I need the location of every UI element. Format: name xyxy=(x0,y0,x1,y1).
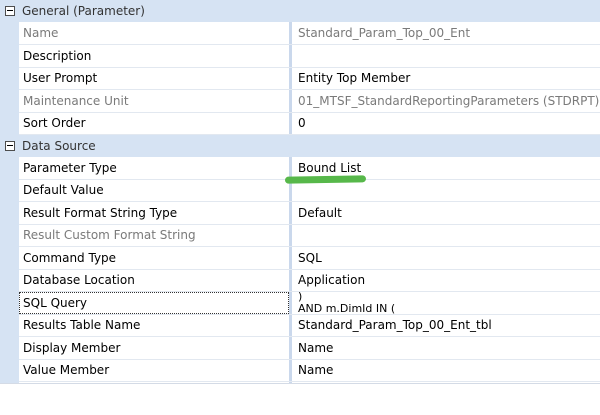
property-value[interactable]: Default xyxy=(298,206,342,220)
property-name: Database Location xyxy=(23,273,135,287)
property-name: Result Format String Type xyxy=(23,206,178,220)
property-value[interactable]: Bound List xyxy=(298,161,361,175)
minus-box-icon[interactable] xyxy=(5,141,15,151)
property-row-sort-order[interactable]: Sort Order 0 xyxy=(19,112,600,135)
property-name: Description xyxy=(23,49,92,63)
property-name: Display Member xyxy=(23,341,121,355)
property-value[interactable]: Standard_Param_Top_00_Ent_tbl xyxy=(298,318,492,332)
property-name: Result Custom Format String xyxy=(23,228,196,242)
property-name: Sort Order xyxy=(23,116,86,130)
property-grid: General (Parameter) Name Standard_Param_… xyxy=(0,0,600,415)
category-label: Data Source xyxy=(22,139,96,153)
property-value[interactable]: 0 xyxy=(298,116,306,130)
property-value[interactable]: Entity Top Member xyxy=(298,71,410,85)
property-row-description[interactable]: Description xyxy=(19,45,600,68)
property-row-sql-query[interactable]: SQL Query ) AND m.DimId IN ( xyxy=(19,292,600,315)
property-row-result-custom-format-string[interactable]: Result Custom Format String xyxy=(19,224,600,247)
property-name: Default Value xyxy=(23,183,104,197)
property-row-user-prompt[interactable]: User Prompt Entity Top Member xyxy=(19,67,600,90)
property-row-name[interactable]: Name Standard_Param_Top_00_Ent xyxy=(19,22,600,45)
property-name: SQL Query xyxy=(23,296,88,310)
minus-box-icon[interactable] xyxy=(5,6,15,16)
property-name: Parameter Type xyxy=(23,161,117,175)
property-row-value-member[interactable]: Value Member Name xyxy=(19,359,600,382)
property-value: Standard_Param_Top_00_Ent xyxy=(298,26,471,40)
sql-line: AND m.DimId IN ( xyxy=(298,302,396,315)
grid-bottom-border xyxy=(0,383,600,384)
category-label: General (Parameter) xyxy=(22,4,145,18)
sql-query-value[interactable]: ) AND m.DimId IN ( xyxy=(298,292,598,314)
property-row-maintenance-unit[interactable]: Maintenance Unit 01_MTSF_StandardReporti… xyxy=(19,90,600,113)
property-name: User Prompt xyxy=(23,71,98,85)
property-name: Name xyxy=(23,26,59,40)
category-general[interactable]: General (Parameter) xyxy=(0,0,600,22)
property-value[interactable]: Name xyxy=(298,341,333,355)
property-value[interactable]: Application xyxy=(298,273,365,287)
property-name: Value Member xyxy=(23,363,110,377)
property-value[interactable]: Name xyxy=(298,363,333,377)
left-margin-strip xyxy=(0,0,19,383)
property-row-command-type[interactable]: Command Type SQL xyxy=(19,247,600,270)
property-row-database-location[interactable]: Database Location Application xyxy=(19,269,600,292)
property-value: 01_MTSF_StandardReportingParameters (STD… xyxy=(298,94,600,108)
category-data-source[interactable]: Data Source xyxy=(0,135,600,157)
property-name: Maintenance Unit xyxy=(23,94,129,108)
property-name: Command Type xyxy=(23,251,117,265)
property-row-result-format-string-type[interactable]: Result Format String Type Default xyxy=(19,202,600,225)
property-row-display-member[interactable]: Display Member Name xyxy=(19,337,600,360)
highlight-annotation xyxy=(284,175,367,184)
property-name: Results Table Name xyxy=(23,318,141,332)
property-row-results-table-name[interactable]: Results Table Name Standard_Param_Top_00… xyxy=(19,314,600,337)
property-value[interactable]: SQL xyxy=(298,251,322,265)
